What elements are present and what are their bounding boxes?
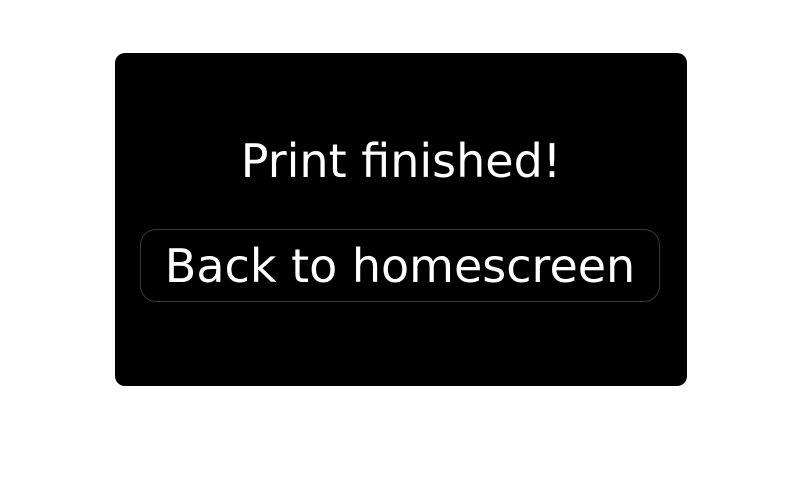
back-to-homescreen-button[interactable]: Back to homescreen [140,229,660,302]
print-finished-dialog: Print finished! Back to homescreen [115,53,687,386]
dialog-title: Print finished! [240,134,562,188]
screen: Print finished! Back to homescreen [0,0,800,480]
